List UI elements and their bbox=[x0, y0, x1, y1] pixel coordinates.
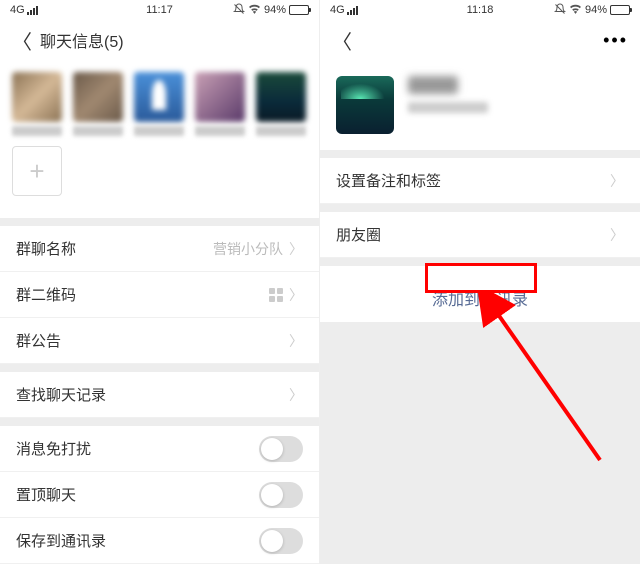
pin-toggle[interactable] bbox=[259, 482, 303, 508]
avatar bbox=[134, 72, 184, 122]
save-contacts-row: 保存到通讯录 bbox=[0, 518, 319, 564]
divider bbox=[0, 218, 319, 226]
member-item[interactable] bbox=[195, 72, 245, 136]
search-history-row[interactable]: 查找聊天记录 〉 bbox=[0, 372, 319, 418]
row-label: 群公告 bbox=[16, 330, 61, 351]
row-label: 群聊名称 bbox=[16, 238, 76, 259]
add-to-contacts-button[interactable]: 添加到通讯录 bbox=[320, 274, 640, 322]
profile-name bbox=[408, 76, 458, 94]
add-member-button[interactable]: + bbox=[12, 146, 62, 196]
clock: 11:17 bbox=[146, 4, 173, 16]
divider bbox=[0, 364, 319, 372]
empty-area bbox=[320, 322, 640, 564]
avatar bbox=[195, 72, 245, 122]
save-toggle[interactable] bbox=[259, 528, 303, 554]
group-notice-row[interactable]: 群公告 〉 bbox=[0, 318, 319, 364]
dnd-row: 消息免打扰 bbox=[0, 426, 319, 472]
status-bar: 4G 11:17 94% bbox=[0, 0, 319, 20]
battery-icon bbox=[289, 5, 309, 15]
network-label: 4G bbox=[10, 4, 25, 16]
member-name bbox=[12, 126, 62, 136]
back-button[interactable]: 〈 bbox=[332, 26, 352, 55]
row-label: 置顶聊天 bbox=[16, 484, 76, 505]
member-item[interactable] bbox=[12, 72, 62, 136]
moments-row[interactable]: 朋友圈 〉 bbox=[320, 212, 640, 258]
add-to-contacts-label: 添加到通讯录 bbox=[422, 282, 538, 314]
status-bar: 4G 11:18 94% bbox=[320, 0, 640, 20]
row-label: 保存到通讯录 bbox=[16, 530, 106, 551]
more-button[interactable]: ••• bbox=[603, 30, 628, 51]
divider bbox=[320, 258, 640, 266]
divider bbox=[0, 418, 319, 426]
clock: 11:18 bbox=[467, 4, 494, 16]
avatar bbox=[256, 72, 306, 122]
wifi-icon bbox=[569, 4, 582, 17]
battery-icon bbox=[610, 5, 630, 15]
member-name bbox=[195, 126, 245, 136]
row-label: 查找聊天记录 bbox=[16, 384, 106, 405]
member-item[interactable] bbox=[73, 72, 123, 136]
row-label: 群二维码 bbox=[16, 284, 76, 305]
chevron-right-icon: 〉 bbox=[289, 285, 303, 305]
avatar bbox=[12, 72, 62, 122]
member-name bbox=[256, 126, 306, 136]
chevron-right-icon: 〉 bbox=[289, 331, 303, 351]
chevron-right-icon: 〉 bbox=[289, 239, 303, 259]
profile-subtitle bbox=[408, 102, 488, 113]
avatar bbox=[73, 72, 123, 122]
group-name-row[interactable]: 群聊名称 营销小分队〉 bbox=[0, 226, 319, 272]
nav-bar: 〈 聊天信息(5) bbox=[0, 20, 319, 60]
wifi-icon bbox=[248, 4, 261, 17]
profile-screen: 4G 11:18 94% 〈 ••• 设置备注和标签 〉 bbox=[320, 0, 640, 564]
member-name bbox=[134, 126, 184, 136]
battery-text: 94% bbox=[585, 4, 607, 16]
qr-icon bbox=[269, 288, 283, 302]
group-name-value: 营销小分队 bbox=[213, 239, 283, 259]
member-item[interactable] bbox=[256, 72, 306, 136]
profile-header bbox=[320, 60, 640, 150]
divider bbox=[320, 150, 640, 158]
nav-bar: 〈 ••• bbox=[320, 20, 640, 60]
page-title: 聊天信息(5) bbox=[40, 28, 124, 52]
member-name bbox=[73, 126, 123, 136]
mute-icon bbox=[233, 3, 245, 18]
member-item[interactable] bbox=[134, 72, 184, 136]
chevron-right-icon: 〉 bbox=[610, 225, 624, 245]
battery-text: 94% bbox=[264, 4, 286, 16]
chevron-right-icon: 〉 bbox=[289, 385, 303, 405]
chevron-right-icon: 〉 bbox=[610, 171, 624, 191]
chat-info-screen: 4G 11:17 94% 〈 聊天信息(5) + bbox=[0, 0, 320, 564]
profile-avatar[interactable] bbox=[336, 76, 394, 134]
group-qr-row[interactable]: 群二维码 〉 bbox=[0, 272, 319, 318]
dnd-toggle[interactable] bbox=[259, 436, 303, 462]
row-label: 消息免打扰 bbox=[16, 438, 91, 459]
row-label: 设置备注和标签 bbox=[336, 170, 441, 191]
signal-icon bbox=[27, 6, 38, 15]
pin-row: 置顶聊天 bbox=[0, 472, 319, 518]
divider bbox=[320, 204, 640, 212]
remark-row[interactable]: 设置备注和标签 〉 bbox=[320, 158, 640, 204]
row-label: 朋友圈 bbox=[336, 224, 381, 245]
mute-icon bbox=[554, 3, 566, 18]
member-grid: + bbox=[0, 60, 319, 218]
network-label: 4G bbox=[330, 4, 345, 16]
back-button[interactable]: 〈 bbox=[12, 26, 32, 55]
signal-icon bbox=[347, 6, 358, 15]
